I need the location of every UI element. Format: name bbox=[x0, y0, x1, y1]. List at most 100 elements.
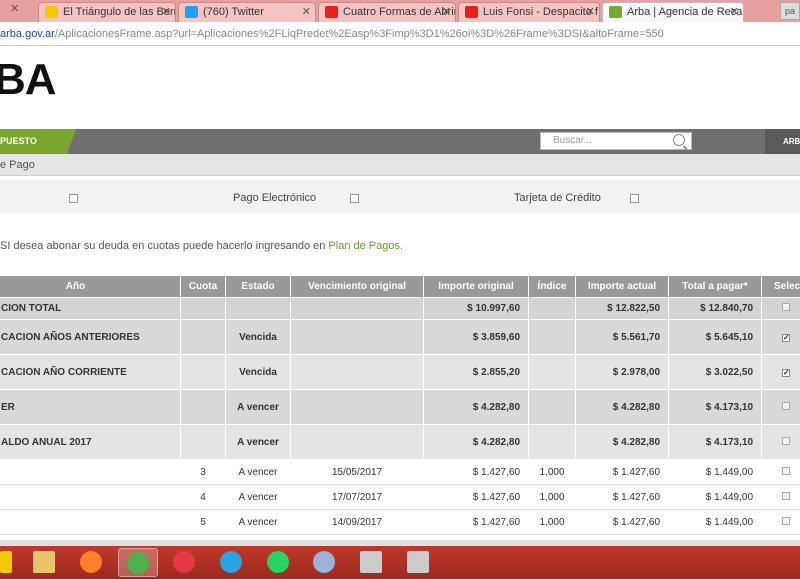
site-logo[interactable]: BA bbox=[0, 55, 57, 105]
row-select-checkbox[interactable] bbox=[782, 436, 790, 445]
explorer-icon bbox=[33, 551, 55, 573]
nav-item-arba[interactable]: ARB bbox=[765, 129, 800, 154]
cell-select: ✓ bbox=[761, 319, 800, 355]
payment-plan-link[interactable]: Plan de Pagos. bbox=[328, 240, 403, 252]
close-icon[interactable]: ✕ bbox=[10, 2, 19, 15]
taskbar-app-button[interactable] bbox=[118, 548, 158, 577]
table-row[interactable]: CACION AÑOS ANTERIORES Vencida $ 3.859,60 $… bbox=[0, 319, 800, 355]
cell-anio bbox=[0, 509, 181, 535]
cell-indice bbox=[528, 297, 576, 320]
browser-tab[interactable]: El Triángulo de las Berm ✕ bbox=[38, 2, 176, 22]
close-icon[interactable]: ✕ bbox=[302, 3, 311, 21]
column-header: Total a pagar* bbox=[668, 275, 762, 298]
tab-favicon-icon bbox=[45, 6, 58, 18]
browser-tab[interactable]: (760) Twitter ✕ bbox=[178, 2, 316, 22]
cell-anio: CACION AÑO CORRIENTE bbox=[0, 354, 181, 390]
electronic-payment-checkbox[interactable] bbox=[350, 194, 359, 203]
table-row[interactable]: ALDO ANUAL 2017 A vencer $ 4.282,80 $ 4.282… bbox=[0, 424, 800, 460]
cell-cuota: 3 bbox=[180, 459, 226, 485]
cell-venc: 15/05/2017 bbox=[290, 459, 424, 485]
cell-venc bbox=[290, 319, 424, 355]
payment-option-checkbox[interactable] bbox=[69, 194, 78, 203]
cell-estado: A vencer bbox=[225, 389, 291, 425]
browser-tab[interactable]: Cuatro Formas de Abrir ✕ bbox=[318, 2, 456, 22]
column-header: Año bbox=[0, 275, 181, 298]
cell-total: $ 3.022,50 bbox=[668, 354, 762, 390]
row-select-checkbox[interactable] bbox=[782, 303, 790, 311]
cell-imp_act: $ 5.561,70 bbox=[575, 319, 669, 355]
row-select-checkbox[interactable] bbox=[782, 491, 790, 500]
search-input[interactable]: Buscar... bbox=[540, 132, 692, 150]
cell-cuota bbox=[180, 389, 226, 425]
search-icon[interactable] bbox=[673, 134, 685, 146]
address-bar[interactable]: arba.gov.ar/AplicacionesFrame.asp?url=Ap… bbox=[0, 22, 800, 46]
url-host: arba.gov.ar bbox=[0, 28, 55, 40]
breadcrumb: e Pago bbox=[0, 154, 800, 176]
table-row[interactable]: CACION AÑO CORRIENTE Vencida $ 2.855,20 $ 2… bbox=[0, 354, 800, 390]
tab-title: El Triángulo de las Berm bbox=[63, 6, 176, 18]
close-icon[interactable]: ✕ bbox=[586, 3, 595, 21]
table-row[interactable]: CION TOTAL $ 10.997,60 $ 12.822,50 $ 12.840… bbox=[0, 297, 800, 320]
cell-select bbox=[761, 297, 800, 320]
cell-venc bbox=[290, 297, 424, 320]
browser-tab-strip: ✕ El Triángulo de las Berm ✕ (760) Twitter… bbox=[0, 0, 800, 22]
close-icon[interactable]: ✕ bbox=[162, 3, 171, 21]
row-select-checkbox[interactable] bbox=[782, 401, 790, 410]
cell-imp_orig: $ 3.859,60 bbox=[423, 319, 529, 355]
media-app-icon bbox=[173, 551, 195, 573]
cell-estado: Vencida bbox=[225, 354, 291, 390]
url-path: /AplicacionesFrame.asp?url=Aplicaciones%… bbox=[54, 28, 664, 40]
row-select-checkbox[interactable] bbox=[782, 466, 790, 475]
cell-total: $ 12.840,70 bbox=[668, 297, 762, 320]
browser-tab[interactable]: Arba | Agencia de Recau ✕ bbox=[602, 2, 744, 22]
start-button[interactable] bbox=[0, 548, 14, 577]
cell-imp_act: $ 1.427,60 bbox=[575, 509, 669, 535]
table-row[interactable]: 4A vencer 17/07/2017 $ 1.427,60 1,000 $ 1.42… bbox=[0, 484, 800, 510]
cell-imp_act: $ 1.427,60 bbox=[575, 459, 669, 485]
cell-total: $ 4.173,10 bbox=[668, 389, 762, 425]
browser-tab[interactable]: Luis Fonsi - Despacito f ✕ bbox=[458, 2, 600, 22]
cell-indice bbox=[528, 319, 576, 355]
table-row[interactable]: 5A vencer 14/09/2017 $ 1.427,60 1,000 $ 1.42… bbox=[0, 509, 800, 535]
whatsapp-icon bbox=[267, 551, 289, 573]
main-nav-bar: PUESTO Buscar... ARB bbox=[0, 129, 800, 154]
cell-anio bbox=[0, 459, 181, 485]
cell-select bbox=[761, 424, 800, 460]
row-select-checkbox-checked[interactable]: ✓ bbox=[782, 333, 790, 342]
column-header: Selec bbox=[761, 275, 800, 298]
cell-anio bbox=[0, 484, 181, 510]
taskbar-app-button[interactable] bbox=[165, 548, 205, 577]
taskbar-app-button[interactable] bbox=[72, 548, 112, 577]
taskbar-app-button[interactable] bbox=[352, 548, 392, 577]
os-taskbar bbox=[0, 546, 800, 579]
taskbar-app-button[interactable] bbox=[305, 548, 345, 577]
close-icon[interactable]: ✕ bbox=[730, 3, 739, 21]
table-row[interactable]: 3A vencer 15/05/2017 $ 1.427,60 1,000 $ 1.42… bbox=[0, 459, 800, 485]
cell-estado bbox=[225, 297, 291, 320]
table-row[interactable]: ER A vencer $ 4.282,80 $ 4.282,80 $ 4.173,10 bbox=[0, 389, 800, 425]
row-select-checkbox[interactable] bbox=[782, 516, 790, 525]
cell-anio: CACION AÑOS ANTERIORES bbox=[0, 319, 181, 355]
taskbar-app-button[interactable] bbox=[259, 548, 299, 577]
cell-select bbox=[761, 389, 800, 425]
close-icon[interactable]: ✕ bbox=[442, 3, 451, 21]
cell-cuota bbox=[180, 319, 226, 355]
extension-chip[interactable]: pa bbox=[780, 2, 800, 20]
taskbar-app-button[interactable] bbox=[25, 548, 65, 577]
credit-card-checkbox[interactable] bbox=[630, 194, 639, 203]
row-select-checkbox-checked[interactable]: ✓ bbox=[782, 368, 790, 377]
cell-select bbox=[761, 459, 800, 485]
taskbar-app-button[interactable] bbox=[212, 548, 252, 577]
cell-total: $ 1.449,00 bbox=[668, 459, 762, 485]
cell-select: ✓ bbox=[761, 354, 800, 390]
nav-item-impuesto[interactable]: PUESTO bbox=[0, 129, 76, 154]
document-icon bbox=[407, 551, 429, 573]
cell-indice: 1,000 bbox=[528, 484, 576, 510]
tab-title: Arba | Agencia de Recau bbox=[627, 6, 744, 18]
taskbar-app-button[interactable] bbox=[399, 548, 439, 577]
installments-info: SI desea abonar su deuda en cuotas puede… bbox=[0, 240, 403, 252]
cell-imp_act: $ 12.822,50 bbox=[575, 297, 669, 320]
cell-indice bbox=[528, 389, 576, 425]
cell-imp_orig: $ 4.282,80 bbox=[423, 389, 529, 425]
tab-favicon-icon bbox=[465, 6, 478, 18]
